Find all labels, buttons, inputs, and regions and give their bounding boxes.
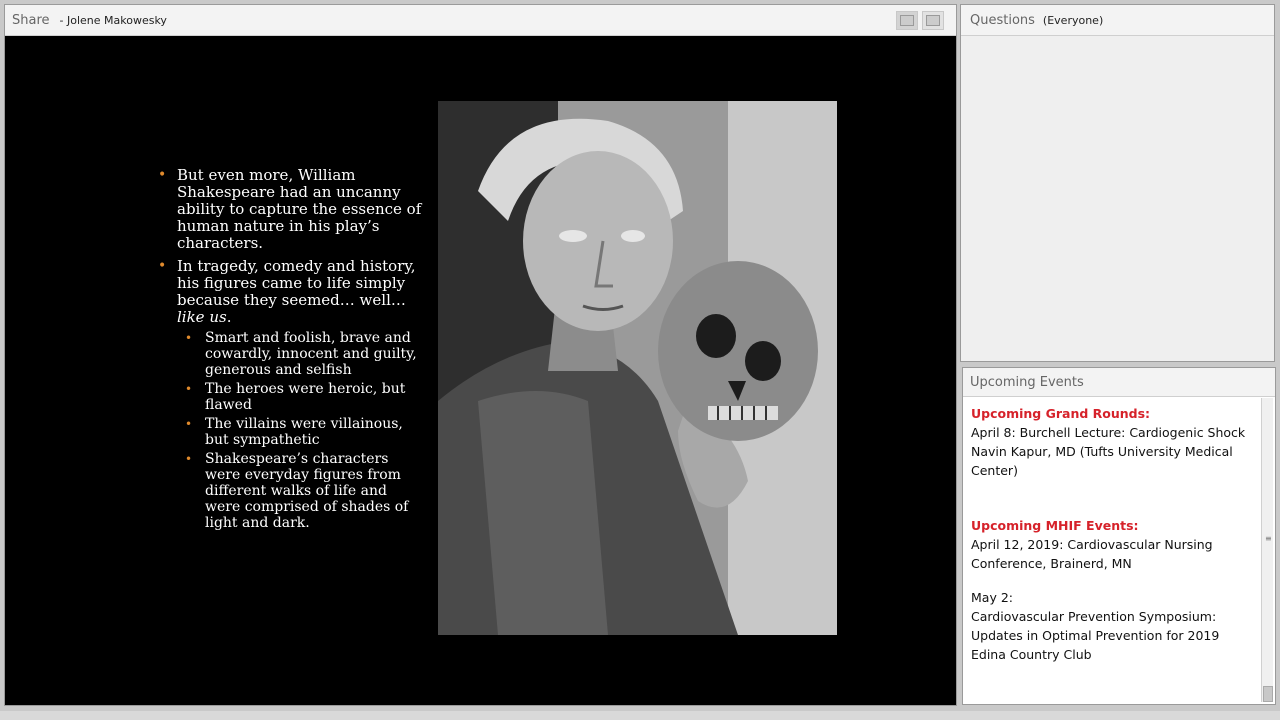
fit-width-button[interactable] [896,11,918,30]
scroll-grip-icon: ≡ [1265,534,1272,543]
share-pod-title: Share [12,12,50,28]
slide-bullet-emphasis: like us [177,308,227,326]
slide-text: But even more, William Shakespeare had a… [155,167,425,537]
slide-bullet-text: In tragedy, comedy and history, his figu… [177,257,416,309]
mhif-event-line: Cardiovascular Prevention Symposium: Upd… [971,609,1220,643]
grand-rounds-line: April 8: Burchell Lecture: Cardiogenic S… [971,425,1246,440]
mhif-event-line: April 12, 2019: Cardiovascular Nursing C… [971,537,1213,571]
mhif-events-heading: Upcoming MHIF Events: [971,518,1139,533]
slide-bullet: In tragedy, comedy and history, his figu… [155,257,425,532]
slide-sub-bullet: The heroes were heroic, but flawed [177,381,425,413]
upcoming-events-pod: Upcoming Events Upcoming Grand Rounds: A… [962,367,1276,705]
slide-bullet-text: But even more, William Shakespeare had a… [177,166,422,252]
questions-scope: (Everyone) [1042,13,1104,27]
mhif-event-line: Edina Country Club [971,647,1092,662]
slide-bullet-text-end: . [226,308,232,326]
events-scrollbar[interactable]: ≡ [1261,398,1273,702]
questions-pod-header: Questions (Everyone) [961,5,1274,36]
events-pod-title: Upcoming Events [970,374,1084,390]
full-screen-icon [926,15,940,26]
slide-sub-bullet: Smart and foolish, brave and cowardly, i… [177,330,425,378]
slide-photo-man-with-skull [438,101,837,635]
events-content: Upcoming Grand Rounds: April 8: Burchell… [971,404,1257,664]
events-pod-header: Upcoming Events [963,368,1275,397]
fit-width-icon [900,15,914,26]
questions-pod-title: Questions [970,12,1035,28]
grand-rounds-heading: Upcoming Grand Rounds: [971,406,1151,421]
share-view-controls [896,11,944,30]
presenter-name: - Jolene Makowesky [59,13,167,27]
grand-rounds-line: Navin Kapur, MD (Tufts University Medica… [971,444,1233,478]
scrollbar-thumb[interactable] [1263,686,1273,702]
slide-bullet: But even more, William Shakespeare had a… [155,167,425,252]
slide-sub-list: Smart and foolish, brave and cowardly, i… [177,330,425,531]
share-pod-header: Share - Jolene Makowesky [5,5,956,36]
slide-area: But even more, William Shakespeare had a… [5,37,956,705]
slide-sub-bullet: Shakespeare’s characters were everyday f… [177,451,425,531]
full-screen-button[interactable] [922,11,944,30]
share-pod: Share - Jolene Makowesky But even more, … [4,4,957,706]
slide-sub-bullet: The villains were villainous, but sympat… [177,416,425,448]
questions-pod: Questions (Everyone) [960,4,1275,362]
photo-illustration [438,101,837,635]
bottom-status-bar [0,711,1280,720]
mhif-event-date: May 2: [971,590,1013,605]
